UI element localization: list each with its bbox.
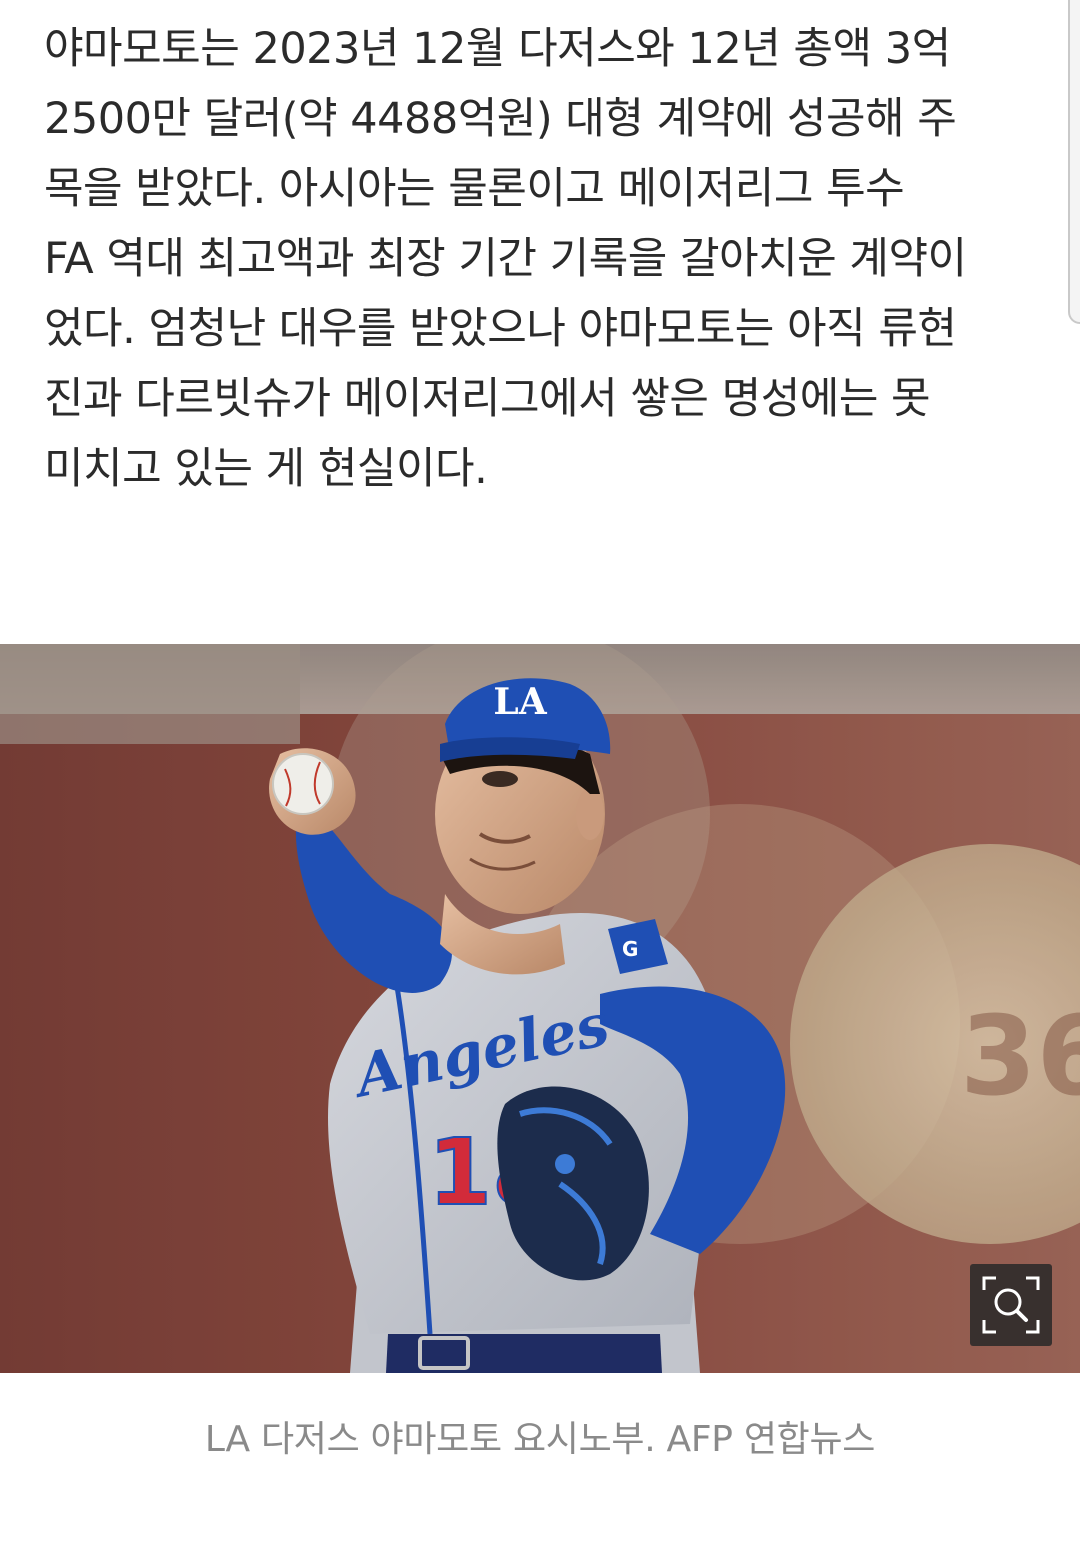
cap-logo: LA (493, 681, 547, 723)
article-paragraph: 야마모토는 2023년 12월 다저스와 12년 총액 3억 2500만 달러(… (44, 14, 1054, 504)
paragraph-line-3: 목을 받았다. 아시아는 물론이고 메이저리그 투수 (44, 164, 905, 214)
baseball-icon (272, 753, 334, 815)
paragraph-line-4: FA 역대 최고액과 최장 기간 기록을 갈아치운 계약이 (44, 234, 967, 284)
article-photo[interactable]: 36 LA G Angeles 18 (0, 644, 1080, 1373)
paragraph-line-2: 2500만 달러(약 4488억원) 대형 계약에 성공해 주 (44, 94, 957, 144)
photo-caption: LA 다저스 야마모토 요시노부. AFP 연합뉴스 (204, 1419, 876, 1460)
paragraph-line-5: 었다. 엄청난 대우를 받았으나 야마모토는 아직 류현 (44, 304, 957, 354)
scrollbar[interactable] (1066, 0, 1080, 330)
zoom-magnifier-icon (982, 1276, 1040, 1334)
paragraph-line-7: 미치고 있는 게 현실이다. (44, 444, 488, 494)
paragraph-line-6: 진과 다르빗슈가 메이저리그에서 쌓은 명성에는 못 (44, 374, 931, 424)
zoom-button[interactable] (970, 1264, 1052, 1346)
pitcher-illustration: 36 LA G Angeles 18 (0, 644, 1080, 1373)
svg-text:G: G (622, 937, 638, 961)
paragraph-line-1: 야마모토는 2023년 12월 다저스와 12년 총액 3억 (44, 24, 951, 74)
scrollbar-thumb[interactable] (1068, 0, 1080, 324)
